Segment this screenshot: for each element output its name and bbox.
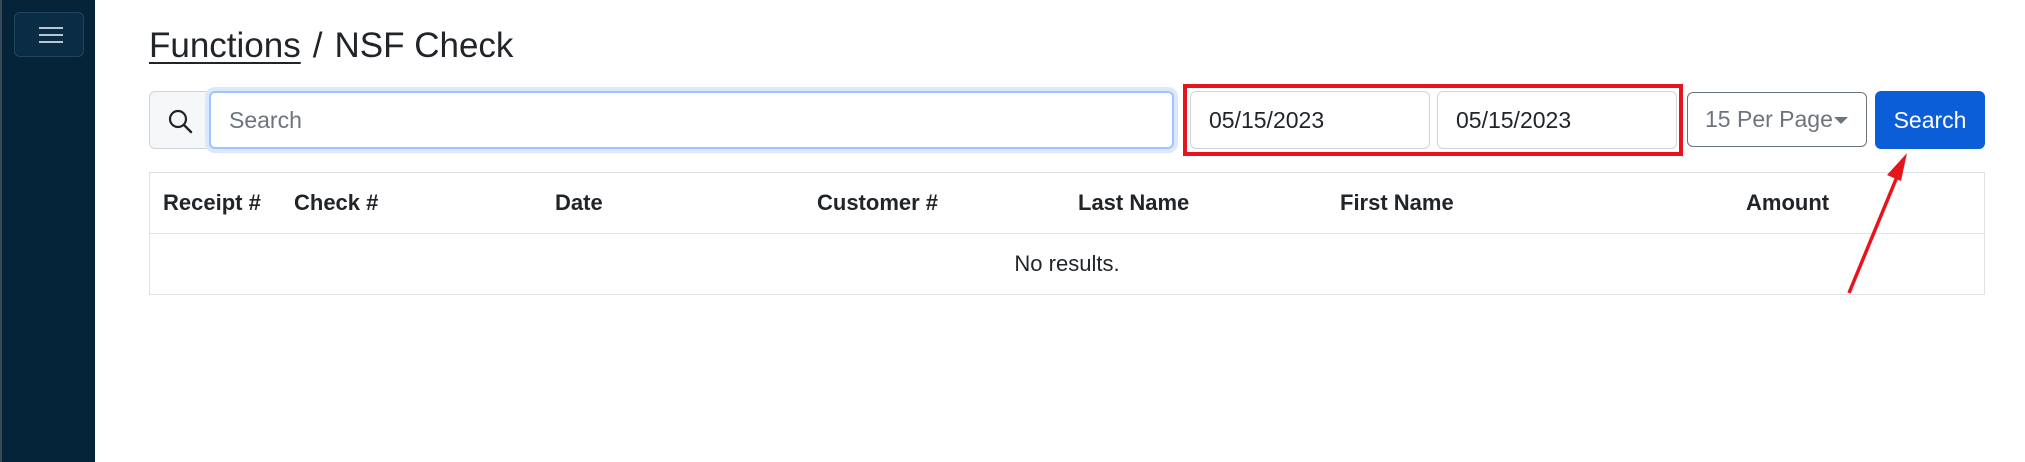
annotation-arrow-icon	[1847, 153, 1907, 294]
